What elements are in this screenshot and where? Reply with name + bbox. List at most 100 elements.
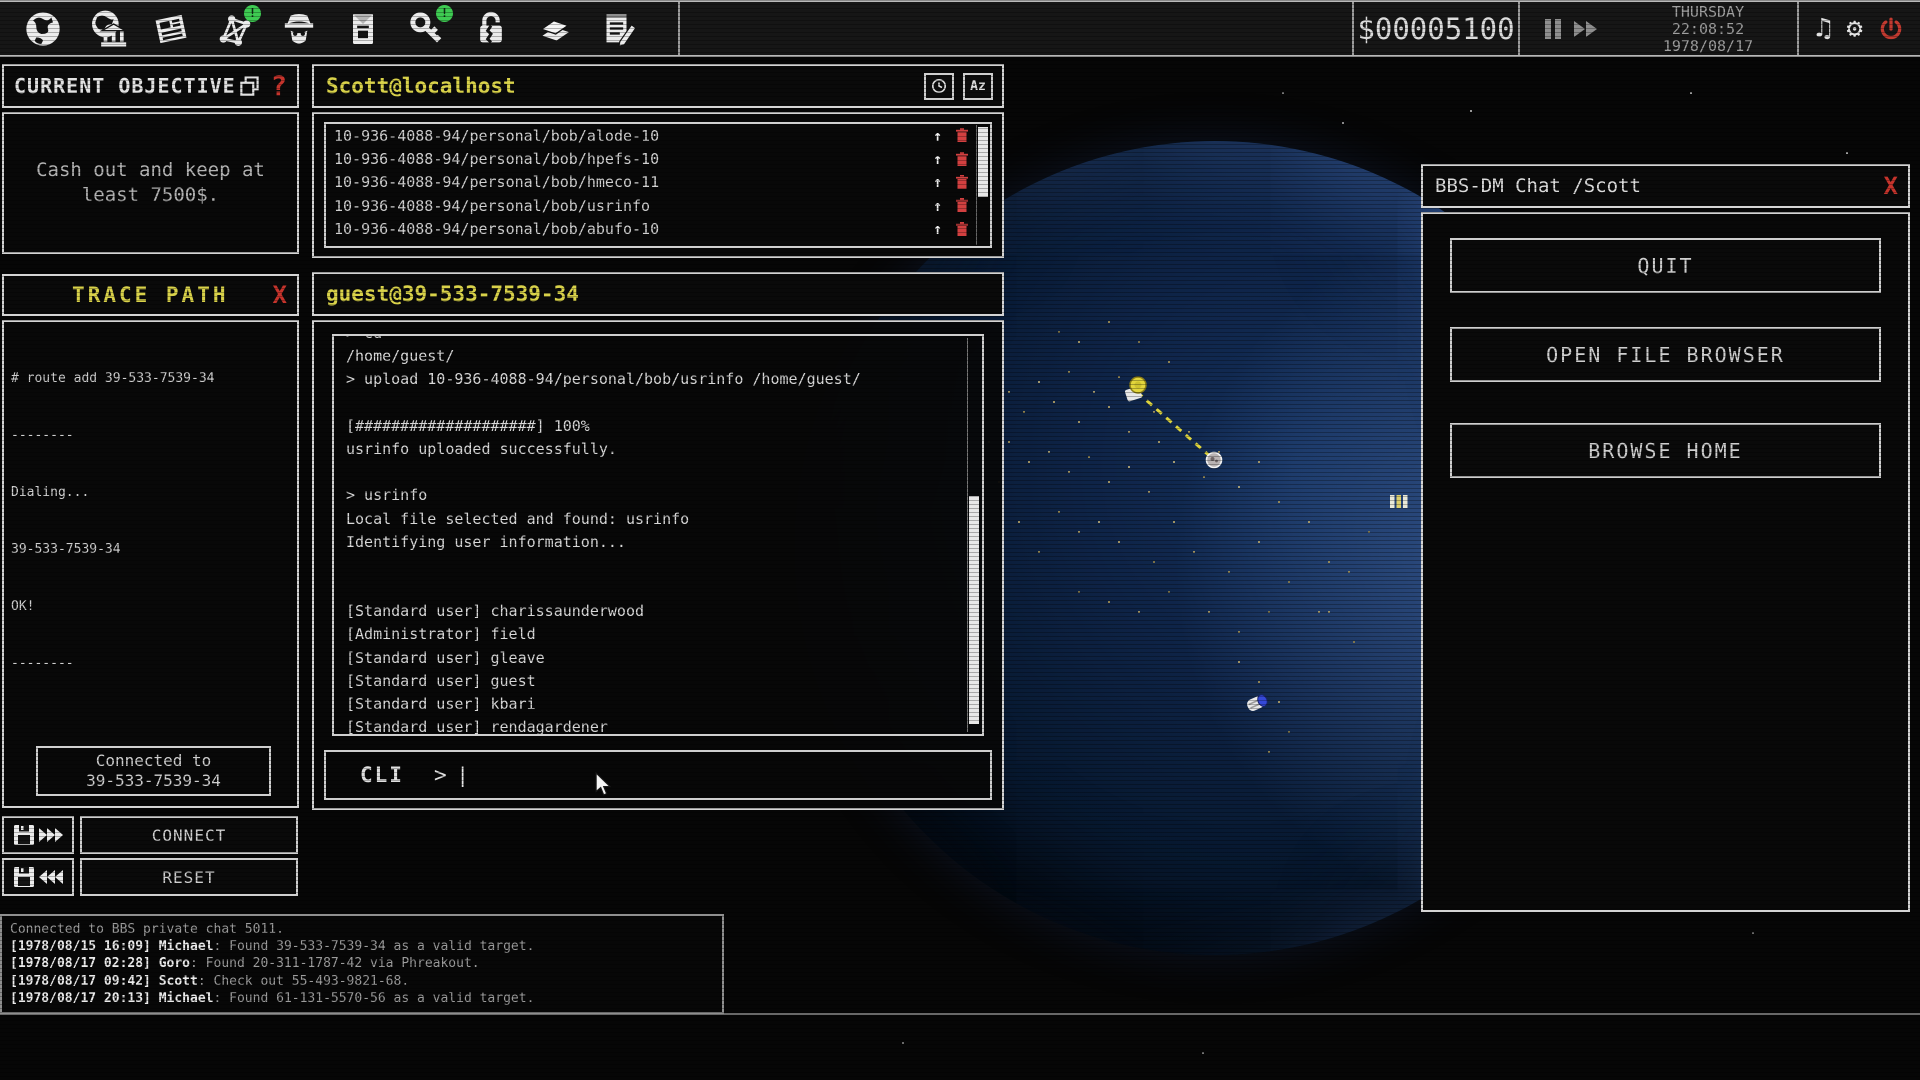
quit-button[interactable]: QUIT	[1450, 238, 1881, 293]
sort-alpha-button[interactable]: Az	[963, 73, 993, 100]
pause-button[interactable]	[1545, 19, 1561, 39]
upload-arrow-icon[interactable]: ↑	[933, 150, 942, 168]
news-button[interactable]	[148, 6, 194, 52]
open-file-browser-button[interactable]: OPEN FILE BROWSER	[1450, 327, 1881, 382]
file-manager-body: 10-936-4088-94/personal/bob/alode-10 ↑ 1…	[312, 112, 1004, 258]
log-line-text: : Found 39-533-7539-34 as a valid target…	[214, 939, 535, 954]
network-map-button[interactable]: !	[212, 6, 258, 52]
upload-arrow-icon[interactable]: ↑	[933, 197, 942, 215]
time: 22:08:52	[1620, 21, 1796, 38]
file-path: 10-936-4088-94/personal/bob/abufo-10	[334, 220, 933, 238]
trace-line: --------	[11, 426, 290, 445]
music-button[interactable]: ♫	[1815, 15, 1831, 42]
trace-line: --------	[11, 654, 290, 673]
trash-icon[interactable]	[956, 222, 968, 237]
map-marker-active-node[interactable]	[1120, 374, 1152, 410]
terminal-line: > usrinfo	[346, 486, 970, 509]
terminal-output[interactable]: > cd /home/guest/ > upload 10-936-4088-9…	[332, 334, 984, 736]
upload-arrow-icon[interactable]: ↑	[933, 220, 942, 238]
file-path: 10-936-4088-94/personal/bob/usrinfo	[334, 197, 933, 215]
file-row[interactable]: 10-936-4088-94/personal/bob/alode-10 ↑	[326, 124, 990, 147]
server-icon	[1390, 494, 1408, 509]
trash-icon[interactable]	[956, 175, 968, 190]
sort-time-button[interactable]	[924, 73, 954, 100]
upload-arrow-icon[interactable]: ↑	[933, 173, 942, 191]
trace-line: Dialing...	[11, 483, 290, 502]
power-button[interactable]	[1878, 16, 1904, 42]
trace-log: # route add 39-533-7539-34 -------- Dial…	[4, 322, 297, 720]
broken-lock-icon	[471, 9, 511, 49]
terminal-line: Identifying user information...	[346, 533, 970, 556]
map-marker-database[interactable]	[1243, 690, 1271, 720]
terminal-line	[346, 556, 970, 579]
notification-badge: !	[436, 5, 453, 22]
file-path: 10-936-4088-94/personal/bob/hmeco-11	[334, 173, 933, 191]
reset-button[interactable]: RESET	[80, 858, 298, 896]
passwords-button[interactable]: !	[404, 6, 450, 52]
objective-title: CURRENT OBJECTIVE	[14, 74, 237, 98]
file-row[interactable]: 10-936-4088-94/personal/bob/usrinfo ↑	[326, 194, 990, 217]
game-screen: !	[0, 0, 1920, 1080]
terminal-line: [Standard user] kbari	[346, 695, 970, 718]
app-toolbar: !	[0, 2, 680, 55]
software-library-button[interactable]	[532, 6, 578, 52]
help-button[interactable]: ?	[271, 71, 287, 102]
save-route-rewind-button[interactable]	[2, 858, 74, 896]
cli-input[interactable]: CLI > |	[324, 750, 992, 800]
connect-button[interactable]: CONNECT	[80, 816, 298, 854]
terminal-line	[346, 579, 970, 602]
dossier-button[interactable]	[340, 6, 386, 52]
yellow-pin-icon	[1120, 374, 1152, 406]
fast-forward-button[interactable]	[1573, 19, 1599, 39]
file-row[interactable]: 10-936-4088-94/personal/bob/hmeco-11 ↑	[326, 171, 990, 194]
map-marker-node[interactable]	[1204, 450, 1224, 474]
log-line: [1978/08/17 09:42] Scott: Check out 55-4…	[10, 973, 714, 990]
crack-tools-button[interactable]	[468, 6, 514, 52]
close-button[interactable]: X	[273, 283, 287, 307]
hacker-contacts-button[interactable]	[276, 6, 322, 52]
trash-icon[interactable]	[956, 152, 968, 167]
books-icon	[535, 9, 575, 49]
restore-window-icon[interactable]	[237, 73, 263, 99]
cli-label: CLI	[360, 763, 404, 787]
world-map-button[interactable]	[20, 6, 66, 52]
trace-window-body: # route add 39-533-7539-34 -------- Dial…	[2, 320, 299, 808]
trace-window-header: TRACE PATH X	[2, 274, 299, 316]
prompt-chevron: >	[434, 763, 447, 787]
scrollbar-thumb[interactable]	[978, 127, 988, 197]
bank-globe-icon	[87, 9, 127, 49]
map-marker-server[interactable]	[1390, 494, 1408, 513]
objective-text: Cash out and keep at least 7500$.	[26, 158, 275, 208]
file-row[interactable]: 10-936-4088-94/personal/bob/hpefs-10 ↑	[326, 147, 990, 170]
upload-arrow-icon[interactable]: ↑	[933, 127, 942, 145]
close-button[interactable]: X	[1884, 174, 1898, 198]
terminal-line: > upload 10-936-4088-94/personal/bob/usr…	[346, 370, 970, 393]
trash-icon[interactable]	[956, 198, 968, 213]
terminal-line	[346, 394, 970, 417]
scrollbar[interactable]	[976, 125, 989, 245]
floppy-disk-icon	[13, 824, 35, 846]
newspaper-icon	[151, 9, 191, 49]
scrollbar-thumb[interactable]	[969, 496, 979, 725]
clock-icon	[931, 78, 947, 94]
bank-button[interactable]	[84, 6, 130, 52]
game-clock: THURSDAY 22:08:52 1978/08/17	[1620, 3, 1796, 55]
save-route-forward-button[interactable]	[2, 816, 74, 854]
file-path: 10-936-4088-94/personal/bob/alode-10	[334, 127, 933, 145]
terminal-line: Local file selected and found: usrinfo	[346, 510, 970, 533]
notification-badge: !	[244, 5, 261, 22]
log-line-text: : Check out 55-493-9821-68.	[198, 974, 409, 989]
dossier-icon	[343, 9, 383, 49]
bbs-chat-log: Connected to BBS private chat 5011. [197…	[0, 914, 724, 1014]
browse-home-button[interactable]: BROWSE HOME	[1450, 423, 1881, 478]
globe-icon	[23, 9, 63, 49]
rewind-icon	[38, 869, 64, 885]
terminal-window-body: > cd /home/guest/ > upload 10-936-4088-9…	[312, 320, 1004, 810]
trash-icon[interactable]	[956, 128, 968, 143]
log-line-head: [1978/08/17 02:28] Goro	[10, 956, 190, 971]
scrollbar[interactable]	[967, 338, 980, 732]
notes-button[interactable]	[596, 6, 642, 52]
file-row[interactable]: 10-936-4088-94/personal/bob/abufo-10 ↑	[326, 218, 990, 241]
chat-window-body: QUIT OPEN FILE BROWSER BROWSE HOME	[1421, 212, 1910, 912]
settings-gear-button[interactable]: ⚙	[1847, 15, 1863, 42]
